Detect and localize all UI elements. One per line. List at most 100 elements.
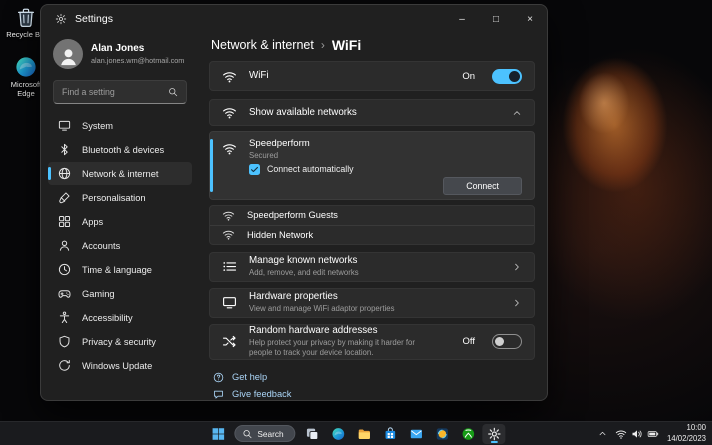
taskbar-mail-button[interactable] bbox=[405, 424, 428, 444]
sidebar-item-privacy-security[interactable]: Privacy & security bbox=[48, 330, 192, 353]
page-title: WiFi bbox=[332, 37, 361, 53]
sidebar-item-gaming[interactable]: Gaming bbox=[48, 282, 192, 305]
user-profile[interactable]: Alan Jones alan.jones.wm@hotmail.com bbox=[48, 35, 192, 69]
bluetooth-icon bbox=[58, 143, 71, 156]
start-button[interactable] bbox=[206, 424, 229, 444]
apps-grid-icon bbox=[58, 215, 71, 228]
settings-gear-icon bbox=[55, 13, 67, 25]
tray-chevron-up-icon[interactable] bbox=[598, 429, 607, 438]
window-controls: – □ × bbox=[445, 5, 547, 33]
xbox-icon bbox=[461, 427, 475, 441]
sidebar-item-system[interactable]: System bbox=[48, 114, 192, 137]
chevron-right-icon bbox=[512, 262, 522, 272]
clock-date: 14/02/2023 bbox=[667, 434, 706, 444]
clock-icon bbox=[58, 263, 71, 276]
photos-icon bbox=[435, 427, 449, 441]
hardware-properties-subtitle: View and manage WiFi adaptor properties bbox=[249, 304, 394, 314]
accessibility-person-icon bbox=[58, 311, 71, 324]
taskbar-settings-button[interactable] bbox=[483, 424, 506, 444]
check-icon bbox=[250, 165, 259, 174]
settings-gear-icon bbox=[487, 427, 501, 441]
sidebar: Alan Jones alan.jones.wm@hotmail.com Sys… bbox=[41, 33, 199, 400]
settings-search-box[interactable] bbox=[53, 80, 187, 104]
network-hidden-network-row[interactable]: Hidden Network bbox=[210, 225, 534, 244]
wifi-icon bbox=[222, 228, 235, 241]
get-help-link[interactable]: Get help bbox=[213, 372, 535, 383]
breadcrumb-separator: › bbox=[321, 38, 325, 52]
sidebar-item-accessibility[interactable]: Accessibility bbox=[48, 306, 192, 329]
tray-system-icons[interactable] bbox=[615, 428, 659, 440]
sidebar-item-apps[interactable]: Apps bbox=[48, 210, 192, 233]
network-name: Speedperform bbox=[249, 138, 310, 150]
search-input[interactable] bbox=[62, 87, 162, 97]
sidebar-item-label: Gaming bbox=[82, 289, 115, 299]
sidebar-item-personalisation[interactable]: Personalisation bbox=[48, 186, 192, 209]
close-button[interactable]: × bbox=[513, 5, 547, 33]
taskbar-edge-button[interactable] bbox=[327, 424, 350, 444]
random-hw-toggle[interactable] bbox=[492, 334, 522, 349]
network-speedperform-card[interactable]: Speedperform Secured Connect automatical… bbox=[209, 131, 535, 200]
folder-icon bbox=[357, 427, 371, 441]
windows-start-icon bbox=[211, 427, 225, 441]
edge-icon bbox=[331, 427, 345, 441]
sidebar-item-time-language[interactable]: Time & language bbox=[48, 258, 192, 281]
edge-icon bbox=[15, 56, 37, 78]
taskbar-store-button[interactable] bbox=[379, 424, 402, 444]
main-content: Network & internet › WiFi WiFi On Show a… bbox=[199, 33, 547, 400]
avatar bbox=[53, 39, 83, 69]
manage-networks-title: Manage known networks bbox=[249, 255, 359, 267]
sidebar-item-label: Bluetooth & devices bbox=[82, 145, 164, 155]
shuffle-icon bbox=[222, 334, 237, 349]
maximize-button[interactable]: □ bbox=[479, 5, 513, 33]
chevron-right-icon bbox=[512, 298, 522, 308]
sidebar-item-network-internet[interactable]: Network & internet bbox=[48, 162, 192, 185]
sidebar-item-windows-update[interactable]: Windows Update bbox=[48, 354, 192, 377]
sidebar-item-label: Personalisation bbox=[82, 193, 146, 203]
breadcrumb: Network & internet › WiFi bbox=[211, 37, 535, 53]
connect-automatically-checkbox[interactable] bbox=[249, 164, 260, 175]
show-networks-label: Show available networks bbox=[249, 107, 357, 119]
network-security: Secured bbox=[249, 151, 310, 160]
manage-networks-subtitle: Add, remove, and edit networks bbox=[249, 268, 359, 278]
wifi-state-label: On bbox=[462, 71, 475, 82]
taskbar-xbox-button[interactable] bbox=[457, 424, 480, 444]
tray-wifi-icon bbox=[615, 428, 627, 440]
sidebar-nav: System Bluetooth & devices Network & int… bbox=[48, 114, 192, 377]
breadcrumb-parent[interactable]: Network & internet bbox=[211, 38, 314, 52]
wifi-icon bbox=[222, 105, 237, 120]
wifi-icon bbox=[222, 209, 235, 222]
get-help-label: Get help bbox=[232, 372, 267, 382]
shield-icon bbox=[58, 335, 71, 348]
minimize-button[interactable]: – bbox=[445, 5, 479, 33]
sidebar-item-label: Privacy & security bbox=[82, 337, 156, 347]
sidebar-item-accounts[interactable]: Accounts bbox=[48, 234, 192, 257]
wifi-toggle[interactable] bbox=[492, 69, 522, 84]
user-email: alan.jones.wm@hotmail.com bbox=[91, 56, 184, 65]
network-name: Hidden Network bbox=[247, 230, 313, 240]
feedback-icon bbox=[213, 389, 224, 400]
sidebar-item-bluetooth-devices[interactable]: Bluetooth & devices bbox=[48, 138, 192, 161]
network-speedperform-guests-row[interactable]: Speedperform Guests bbox=[210, 206, 534, 225]
settings-window: Settings – □ × Alan Jones alan.jones.wm@… bbox=[40, 4, 548, 401]
taskbar-clock[interactable]: 10:00 14/02/2023 bbox=[667, 423, 709, 443]
sidebar-item-label: Accessibility bbox=[82, 313, 133, 323]
search-icon bbox=[242, 429, 252, 439]
selection-accent-bar bbox=[210, 139, 213, 192]
manage-known-networks-card[interactable]: Manage known networks Add, remove, and e… bbox=[209, 252, 535, 282]
show-available-networks-expander[interactable]: Show available networks bbox=[209, 99, 535, 126]
give-feedback-link[interactable]: Give feedback bbox=[213, 389, 535, 400]
sidebar-item-label: Network & internet bbox=[82, 169, 158, 179]
store-bag-icon bbox=[383, 427, 397, 441]
hardware-properties-card[interactable]: Hardware properties View and manage WiFi… bbox=[209, 288, 535, 318]
mail-envelope-icon bbox=[409, 427, 423, 441]
taskbar-task-view-button[interactable] bbox=[301, 424, 324, 444]
taskbar-search[interactable]: Search bbox=[234, 425, 295, 442]
taskbar-file-explorer-button[interactable] bbox=[353, 424, 376, 444]
connect-button[interactable]: Connect bbox=[443, 177, 522, 195]
sidebar-item-label: Windows Update bbox=[82, 361, 152, 371]
wifi-toggle-card: WiFi On bbox=[209, 61, 535, 91]
tray-battery-icon bbox=[647, 428, 659, 440]
wifi-label: WiFi bbox=[249, 70, 269, 82]
taskbar-photos-button[interactable] bbox=[431, 424, 454, 444]
user-name: Alan Jones bbox=[91, 43, 184, 56]
